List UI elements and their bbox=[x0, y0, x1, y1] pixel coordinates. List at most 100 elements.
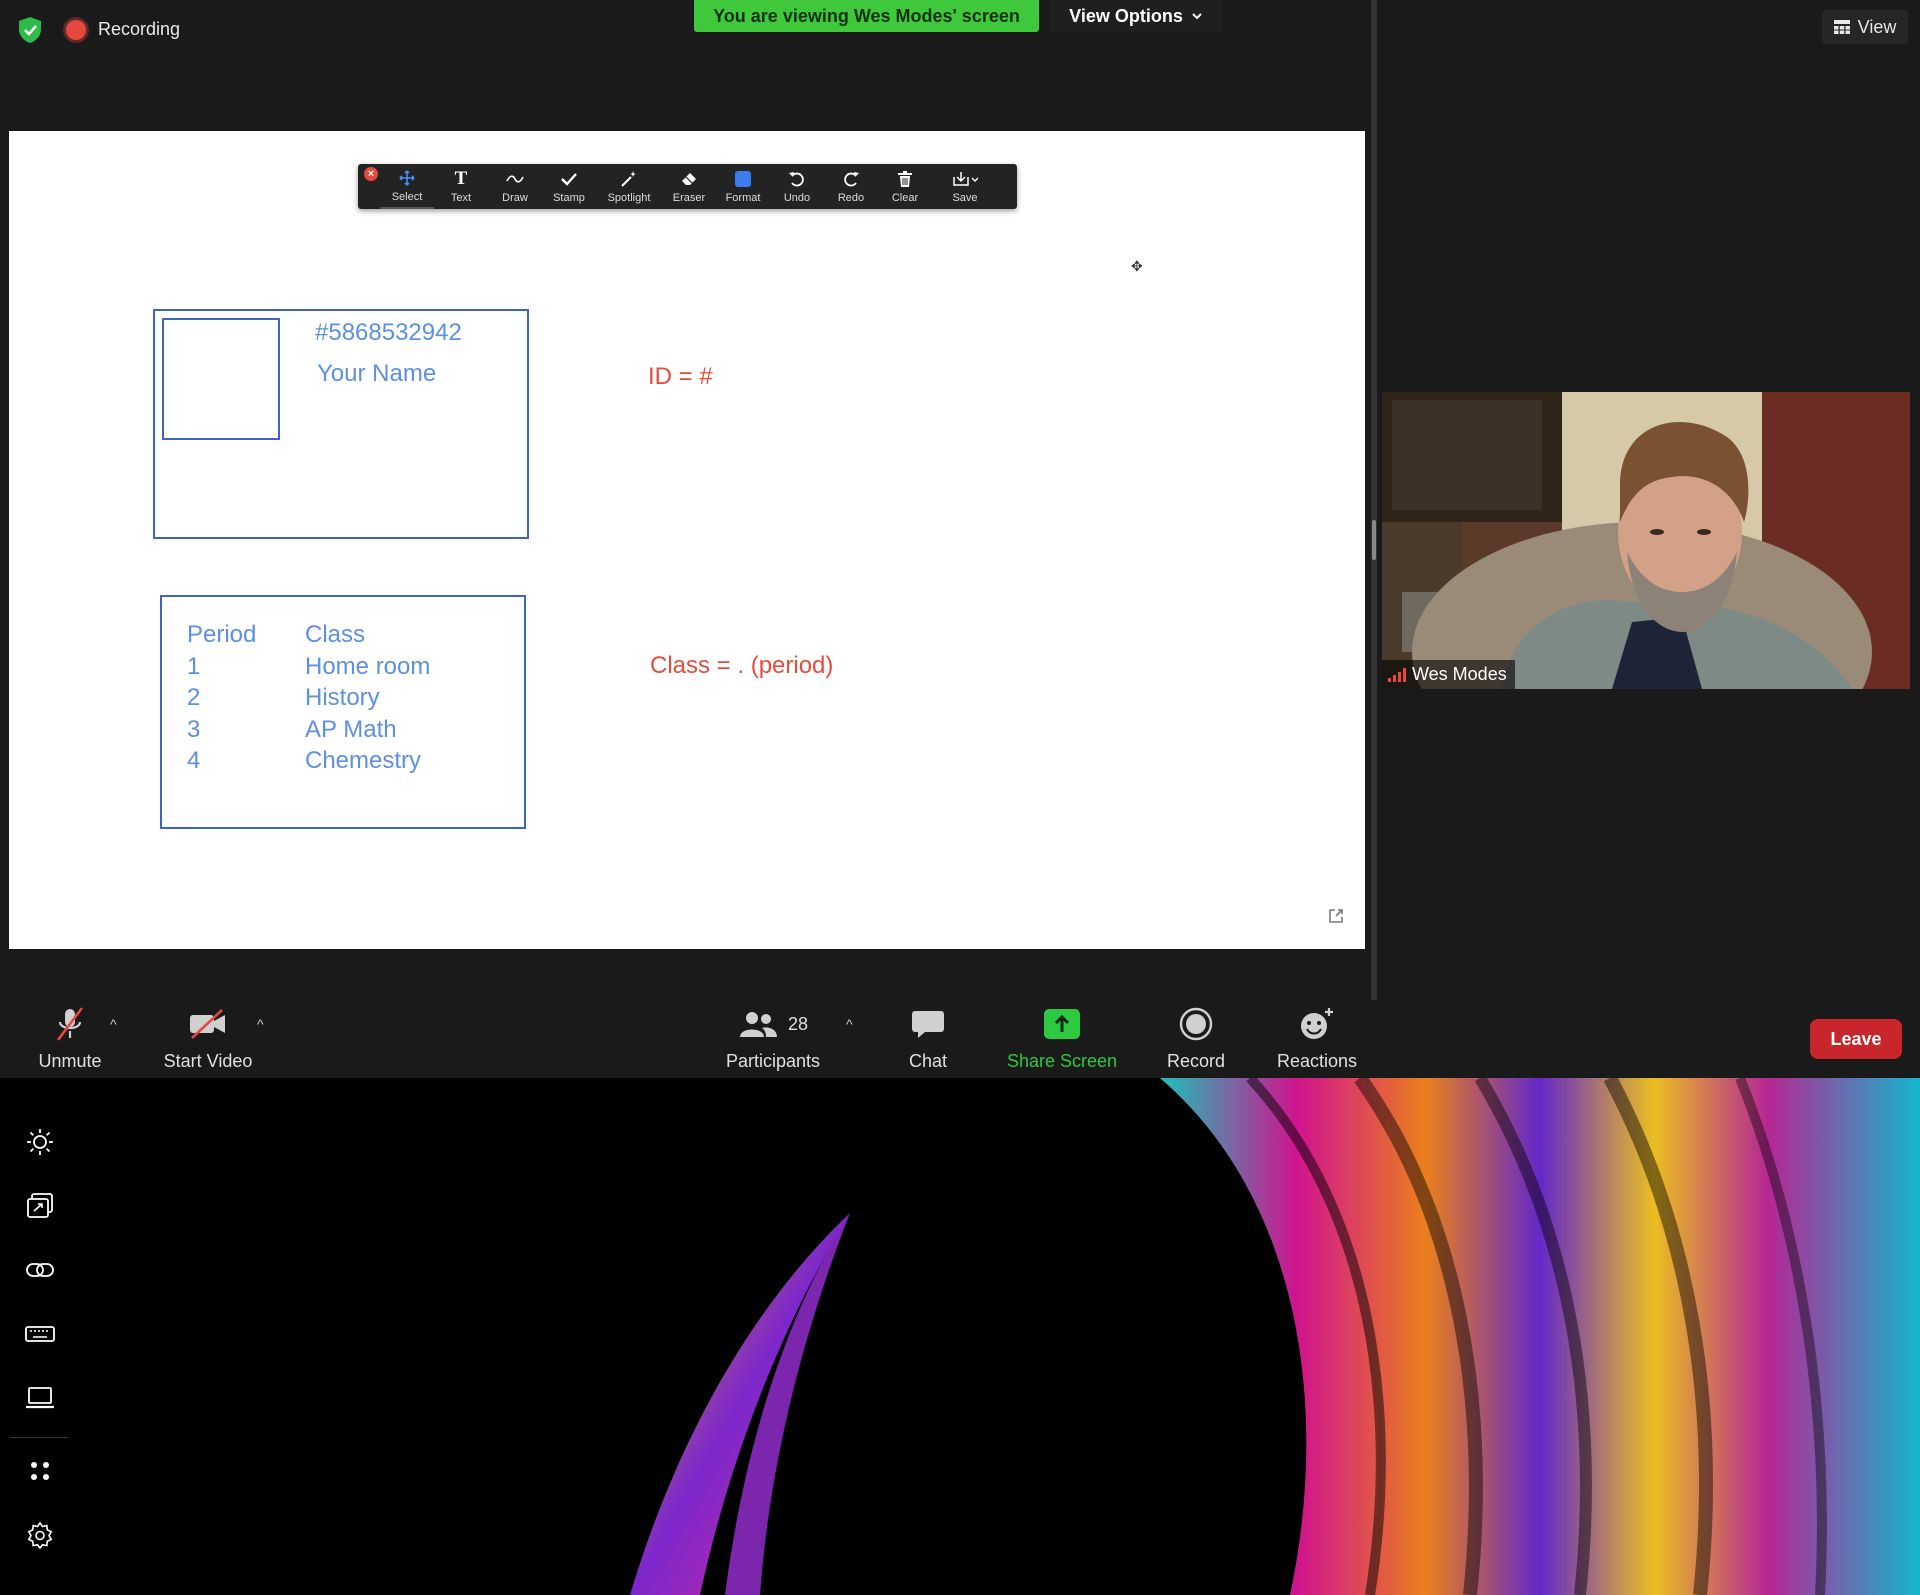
class-cell: Chemestry bbox=[305, 747, 422, 774]
chat-label: Chat bbox=[908, 1051, 948, 1071]
participants-button[interactable]: 28 Participants bbox=[718, 1002, 828, 1082]
link-icon[interactable] bbox=[22, 1252, 58, 1288]
tool-draw[interactable]: Draw bbox=[488, 164, 542, 209]
tool-clear[interactable]: Clear bbox=[878, 164, 932, 209]
video-camera-off-icon bbox=[188, 1002, 228, 1046]
tool-format[interactable]: Format bbox=[716, 164, 770, 209]
reactions-label: Reactions bbox=[1276, 1051, 1358, 1071]
tool-label: Spotlight bbox=[607, 192, 651, 204]
id-selector-note: ID = # bbox=[648, 363, 713, 390]
id-number-text: #5868532942 bbox=[315, 319, 462, 346]
participants-label: Participants bbox=[725, 1051, 821, 1071]
audio-options-caret-icon[interactable]: ^ bbox=[110, 1016, 117, 1032]
tool-text[interactable]: T Text bbox=[434, 164, 488, 209]
tool-stamp[interactable]: Stamp bbox=[542, 164, 596, 209]
period-cell: 2 bbox=[187, 684, 201, 711]
panel-splitter[interactable] bbox=[1371, 0, 1377, 1000]
tool-label: Eraser bbox=[672, 192, 706, 204]
shared-screen[interactable]: × Select T Text Draw Stamp Spotlight Era… bbox=[9, 131, 1365, 949]
tool-label: Save bbox=[952, 192, 978, 204]
settings-gear-icon[interactable] bbox=[22, 1517, 58, 1553]
tool-label: Stamp bbox=[553, 192, 585, 204]
desktop-side-toolbar bbox=[0, 1078, 70, 1595]
share-screen-label: Share Screen bbox=[1006, 1051, 1118, 1071]
zoom-meeting-window: Recording You are viewing Wes Modes' scr… bbox=[0, 0, 1920, 1078]
tool-label: Clear bbox=[891, 192, 919, 204]
class-header: Class bbox=[305, 621, 366, 648]
tool-eraser[interactable]: Eraser bbox=[662, 164, 716, 209]
view-options-label: View Options bbox=[1069, 5, 1183, 26]
grid-view-icon bbox=[1833, 20, 1850, 34]
laptop-icon[interactable] bbox=[22, 1380, 58, 1416]
period-cell: 1 bbox=[187, 652, 201, 680]
dots-grid-icon[interactable] bbox=[22, 1453, 58, 1489]
tool-undo[interactable]: Undo bbox=[770, 164, 824, 209]
tool-label: Redo bbox=[837, 192, 865, 204]
tool-label: Draw bbox=[502, 192, 528, 204]
desktop-wallpaper-swirl bbox=[630, 1078, 1920, 1595]
start-video-label: Start Video bbox=[163, 1051, 253, 1071]
undo-icon bbox=[788, 169, 806, 189]
save-icon bbox=[952, 169, 978, 189]
reactions-button[interactable]: Reactions bbox=[1270, 1002, 1364, 1082]
smiley-plus-icon bbox=[1299, 1002, 1335, 1046]
splitter-grip-handle[interactable] bbox=[1372, 520, 1376, 560]
redo-icon bbox=[842, 169, 860, 189]
share-screen-button[interactable]: Share Screen bbox=[1002, 1002, 1122, 1082]
start-video-button[interactable]: Start Video bbox=[158, 1002, 258, 1082]
brightness-icon[interactable] bbox=[22, 1124, 58, 1160]
screenshot-icon[interactable] bbox=[22, 1188, 58, 1224]
period-header: Period bbox=[187, 621, 257, 648]
class-table-header: Period Class bbox=[187, 619, 430, 651]
tool-label: Format bbox=[725, 192, 761, 204]
security-shield-icon[interactable] bbox=[18, 16, 42, 44]
view-layout-button[interactable]: View bbox=[1822, 10, 1908, 44]
magic-wand-icon bbox=[620, 169, 638, 189]
view-label: View bbox=[1857, 16, 1897, 37]
class-cell: Home room bbox=[305, 652, 431, 680]
record-label: Record bbox=[1166, 1051, 1226, 1071]
network-signal-icon bbox=[1388, 667, 1406, 682]
record-icon bbox=[1179, 1002, 1213, 1046]
unmute-button[interactable]: Unmute bbox=[30, 1002, 110, 1082]
chevron-down-icon bbox=[1192, 13, 1202, 20]
tool-label: Select bbox=[391, 191, 423, 203]
annotation-toolbar: × Select T Text Draw Stamp Spotlight Era… bbox=[358, 164, 1017, 209]
checkmark-icon bbox=[561, 169, 577, 189]
chat-button[interactable]: Chat bbox=[888, 1002, 968, 1082]
tool-redo[interactable]: Redo bbox=[824, 164, 878, 209]
participants-count: 28 bbox=[787, 1013, 809, 1034]
participants-options-caret-icon[interactable]: ^ bbox=[846, 1016, 853, 1032]
move-arrows-icon bbox=[399, 168, 415, 188]
class-selector-note: Class = . (period) bbox=[650, 652, 834, 679]
record-button[interactable]: Record bbox=[1156, 1002, 1236, 1082]
tool-select[interactable]: Select bbox=[380, 164, 434, 209]
photo-placeholder bbox=[162, 318, 280, 440]
text-T-icon: T bbox=[454, 168, 468, 189]
view-options-button[interactable]: View Options bbox=[1050, 0, 1222, 32]
desktop-background bbox=[0, 1078, 1920, 1595]
chat-bubble-icon bbox=[911, 1002, 945, 1046]
trash-icon bbox=[898, 169, 912, 189]
keyboard-icon[interactable] bbox=[22, 1316, 58, 1352]
unmute-label: Unmute bbox=[38, 1051, 102, 1071]
video-options-caret-icon[interactable]: ^ bbox=[257, 1016, 264, 1032]
participant-name-label: Wes Modes bbox=[1382, 660, 1515, 689]
participant-name: Wes Modes bbox=[1412, 664, 1507, 684]
pop-out-icon[interactable] bbox=[1327, 907, 1345, 925]
your-name-text: Your Name bbox=[317, 360, 437, 387]
id-card-drawing: #5868532942 Your Name bbox=[153, 309, 529, 539]
tool-spotlight[interactable]: Spotlight bbox=[596, 164, 662, 209]
recording-indicator-icon bbox=[66, 20, 86, 40]
class-table: Period Class 1 Home room 2 History 3 AP … bbox=[187, 619, 430, 777]
eraser-icon bbox=[681, 169, 697, 189]
annotation-close-icon[interactable]: × bbox=[364, 167, 378, 181]
recording-label: Recording bbox=[98, 19, 181, 39]
class-cell: AP Math bbox=[305, 715, 397, 743]
share-screen-icon bbox=[1044, 1002, 1080, 1046]
tool-save[interactable]: Save bbox=[932, 164, 998, 209]
leave-meeting-button[interactable]: Leave bbox=[1810, 1019, 1902, 1059]
class-table-row: 4 Chemestry bbox=[187, 745, 430, 777]
tool-label: Text bbox=[450, 192, 472, 204]
participant-video-tile[interactable]: Wes Modes bbox=[1382, 392, 1910, 689]
